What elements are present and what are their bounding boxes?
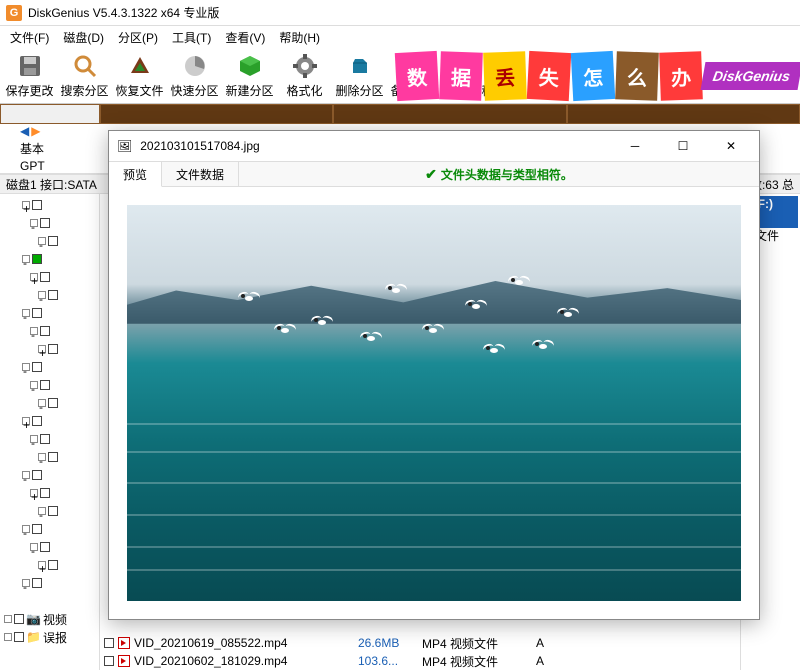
nav-basic: 基本: [20, 140, 44, 157]
delete-partition-button[interactable]: 删除分区: [332, 49, 387, 103]
dialog-tabs: 预览 文件数据 ✔ 文件头数据与类型相符。: [109, 161, 759, 187]
tree-row[interactable]: -: [2, 448, 97, 466]
ad-logo: DiskGenius: [701, 62, 800, 90]
gear-icon: [291, 52, 319, 80]
tree-row[interactable]: -: [2, 466, 97, 484]
dialog-titlebar[interactable]: 🖼 202103101517084.jpg ─ ☐ ✕: [109, 131, 759, 161]
tree-row[interactable]: +: [2, 484, 97, 502]
arrow-right-icon: ▶: [31, 124, 40, 138]
tree-row[interactable]: -: [2, 250, 97, 268]
titlebar: G DiskGenius V5.4.3.1322 x64 专业版: [0, 0, 800, 26]
menu-tools[interactable]: 工具(T): [166, 27, 217, 48]
quick-partition-button[interactable]: 快速分区: [167, 49, 222, 103]
save-changes-button[interactable]: 保存更改: [2, 49, 57, 103]
app-title: DiskGenius V5.4.3.1322 x64 专业版: [28, 4, 219, 21]
cubes-icon: [346, 52, 374, 80]
tree-row[interactable]: -: [2, 502, 97, 520]
check-icon: ✔: [425, 166, 437, 183]
tab-preview[interactable]: 预览: [109, 162, 162, 187]
disk-info: 磁盘1 接口:SATA: [6, 176, 97, 193]
arrow-left-icon: ◀: [20, 124, 29, 138]
tree-row[interactable]: -: [2, 232, 97, 250]
search-partition-button[interactable]: 搜索分区: [57, 49, 112, 103]
tree-row[interactable]: -: [2, 286, 97, 304]
file-row[interactable]: VID_20210602_181029.mp4103.6...MP4 视频文件A: [100, 652, 740, 670]
tab-filedata[interactable]: 文件数据: [162, 162, 239, 187]
file-row[interactable]: VID_20210619_085522.mp426.6MBMP4 视频文件A: [100, 634, 740, 652]
tree-row[interactable]: -: [2, 214, 97, 232]
tree-row[interactable]: +: [2, 412, 97, 430]
new-partition-button[interactable]: 新建分区: [222, 49, 277, 103]
tree-row[interactable]: +: [2, 340, 97, 358]
toolbar: 保存更改 搜索分区 恢复文件 快速分区 新建分区 格式化 删除分区 备份分区 系…: [0, 48, 800, 104]
tree-row[interactable]: -: [2, 358, 97, 376]
dialog-filename: 202103101517084.jpg: [140, 139, 607, 153]
tree-item-misreport[interactable]: 📁误报: [4, 628, 67, 646]
pie-icon: [181, 52, 209, 80]
menu-disk[interactable]: 磁盘(D): [57, 27, 110, 48]
ad-banner[interactable]: 数 据 丢 失 怎 么 办 DiskGenius: [395, 48, 800, 104]
video-icon: [118, 655, 130, 667]
video-icon: [118, 637, 130, 649]
dialog-status: ✔ 文件头数据与类型相符。: [239, 166, 759, 183]
image-file-icon: 🖼: [117, 139, 132, 153]
menu-view[interactable]: 查看(V): [219, 27, 271, 48]
tree-row[interactable]: -: [2, 394, 97, 412]
tree-panel[interactable]: +---+---+---+---+---+- 📷视频 📁误报: [0, 194, 100, 670]
disk-icon: [16, 52, 44, 80]
tree-row[interactable]: -: [2, 538, 97, 556]
dialog-body: [109, 187, 759, 619]
tree-row[interactable]: +: [2, 268, 97, 286]
recover-files-button[interactable]: 恢复文件: [112, 49, 167, 103]
nav-arrows[interactable]: ◀ ▶: [20, 124, 40, 138]
cube-icon: [236, 52, 264, 80]
disk-map[interactable]: [0, 104, 800, 124]
tree-row[interactable]: -: [2, 430, 97, 448]
preview-dialog: 🖼 202103101517084.jpg ─ ☐ ✕ 预览 文件数据 ✔ 文件…: [108, 130, 760, 620]
tree-row[interactable]: -: [2, 304, 97, 322]
format-button[interactable]: 格式化: [277, 49, 332, 103]
tree-row[interactable]: -: [2, 376, 97, 394]
tree-row[interactable]: -: [2, 574, 97, 592]
minimize-button[interactable]: ─: [615, 132, 655, 160]
tree-row[interactable]: -: [2, 322, 97, 340]
tree-item-video[interactable]: 📷视频: [4, 610, 67, 628]
app-icon: G: [6, 5, 22, 21]
file-list[interactable]: VID_20210619_085522.mp426.6MBMP4 视频文件A V…: [100, 634, 740, 670]
menu-partition[interactable]: 分区(P): [112, 27, 164, 48]
close-button[interactable]: ✕: [711, 132, 751, 160]
tree-row[interactable]: +: [2, 196, 97, 214]
maximize-button[interactable]: ☐: [663, 132, 703, 160]
recover-icon: [126, 52, 154, 80]
tree-row[interactable]: -: [2, 520, 97, 538]
search-icon: [71, 52, 99, 80]
tree-row[interactable]: +: [2, 556, 97, 574]
nav-gpt: GPT: [20, 159, 45, 173]
menu-file[interactable]: 文件(F): [4, 27, 55, 48]
preview-image: [127, 205, 741, 601]
menubar: 文件(F) 磁盘(D) 分区(P) 工具(T) 查看(V) 帮助(H): [0, 26, 800, 48]
menu-help[interactable]: 帮助(H): [273, 27, 326, 48]
